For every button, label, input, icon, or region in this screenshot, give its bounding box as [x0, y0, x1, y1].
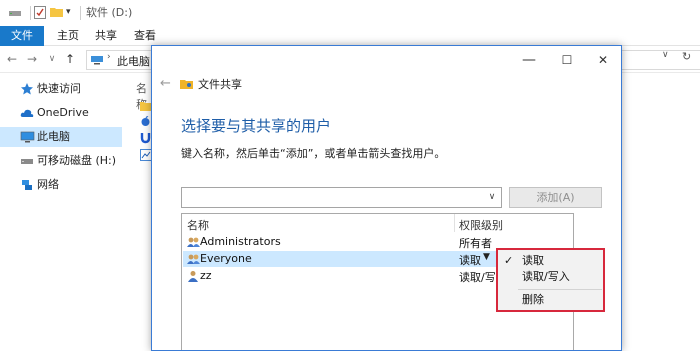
- checkmark-icon: ✓: [504, 254, 514, 267]
- menu-item-remove[interactable]: 删除: [498, 291, 604, 308]
- pc-icon: [90, 54, 104, 69]
- dialog-title: 文件共享: [198, 78, 242, 91]
- chevron-down-icon[interactable]: ∨: [486, 191, 498, 203]
- minimize-button[interactable]: —: [512, 50, 546, 70]
- menu-item-read[interactable]: ✓ 读取: [498, 252, 604, 269]
- usb-drive-icon: [20, 154, 34, 168]
- tab-share[interactable]: 共享: [88, 26, 124, 46]
- permission-context-menu: ✓ 读取 读取/写入 删除: [497, 249, 605, 312]
- user-name: Everyone: [200, 252, 252, 265]
- qa-customize-dropdown-icon[interactable]: ▾: [66, 6, 76, 20]
- sidebar-item-onedrive[interactable]: OneDrive: [0, 103, 122, 123]
- dialog-heading: 选择要与其共享的用户: [181, 117, 332, 135]
- column-divider[interactable]: [454, 214, 455, 232]
- dialog-back-arrow-icon[interactable]: ←: [160, 76, 171, 91]
- qa-separator: [80, 6, 81, 20]
- menu-separator: [518, 289, 602, 290]
- sidebar-item-removable-disk[interactable]: 可移动磁盘 (H:): [0, 151, 122, 171]
- forward-arrow-icon[interactable]: →: [24, 51, 40, 67]
- user-group-icon: [187, 253, 200, 265]
- user-permission: 所有者: [459, 237, 492, 250]
- user-group-icon: [187, 236, 200, 248]
- tab-home[interactable]: 主页: [50, 26, 86, 46]
- user-permission[interactable]: 读取: [459, 252, 481, 268]
- dialog-instruction: 键入名称，然后单击“添加”，或者单击箭头查找用户。: [181, 147, 446, 160]
- sidebar-item-label: 快速访问: [37, 82, 81, 95]
- sidebar-item-this-pc[interactable]: 此电脑: [0, 127, 122, 147]
- menu-item-read-write[interactable]: 读取/写入: [498, 268, 604, 285]
- column-header-permission[interactable]: 权限级别: [459, 217, 503, 233]
- address-dropdown-icon[interactable]: ∨: [662, 50, 669, 60]
- address-path: 此电脑: [117, 55, 150, 68]
- permission-dropdown-arrow-icon[interactable]: ▼: [483, 252, 490, 262]
- app-icon: [140, 116, 151, 130]
- add-button[interactable]: 添加(A): [509, 187, 602, 208]
- window-title: 软件 (D:): [86, 6, 133, 19]
- back-arrow-icon[interactable]: ←: [4, 51, 20, 67]
- sidebar-item-label: 可移动磁盘 (H:): [37, 154, 117, 167]
- recent-locations-dropdown-icon[interactable]: ∨: [44, 51, 60, 67]
- sidebar-item-label: OneDrive: [37, 106, 89, 119]
- cloud-icon: [20, 106, 34, 120]
- navigation-pane: 快速访问 OneDrive 此电脑 可移动磁盘 (H:) 网络: [0, 74, 122, 351]
- magnet-app-icon: [140, 132, 151, 147]
- drive-icon: [8, 6, 22, 20]
- menu-item-label: 删除: [522, 293, 544, 306]
- close-button[interactable]: ✕: [586, 50, 620, 70]
- menu-item-label: 读取/写入: [522, 270, 570, 283]
- tab-view[interactable]: 查看: [127, 26, 163, 46]
- maximize-button[interactable]: ☐: [550, 50, 584, 70]
- user-icon: [187, 270, 199, 282]
- menu-item-label: 读取: [522, 254, 544, 267]
- monitor-icon: [20, 130, 35, 144]
- ribbon-tabs: 文件 主页 共享 查看: [0, 26, 700, 46]
- up-arrow-icon[interactable]: ↑: [62, 51, 78, 67]
- column-header-name[interactable]: 名称: [187, 217, 209, 233]
- user-name-combobox[interactable]: ∨: [181, 187, 502, 208]
- new-folder-icon[interactable]: [50, 6, 63, 20]
- sidebar-item-label: 此电脑: [37, 130, 70, 143]
- sidebar-item-network[interactable]: 网络: [0, 175, 122, 195]
- properties-check-icon[interactable]: [34, 6, 46, 20]
- sidebar-item-quick-access[interactable]: 快速访问: [0, 79, 122, 99]
- sidebar-item-label: 网络: [37, 178, 59, 191]
- qa-separator: [30, 6, 31, 20]
- refresh-icon[interactable]: ↻: [682, 50, 691, 63]
- user-name: Administrators: [200, 235, 281, 248]
- user-row-administrators[interactable]: Administrators 所有者: [183, 234, 574, 250]
- user-name: zz: [200, 269, 212, 282]
- file-sharing-icon: [180, 77, 194, 90]
- network-icon: [20, 178, 34, 192]
- tab-file[interactable]: 文件: [0, 26, 44, 46]
- breadcrumb-separator-icon: ›: [107, 52, 111, 62]
- explorer-titlebar: ▾ 软件 (D:): [0, 0, 700, 26]
- star-icon: [20, 82, 34, 96]
